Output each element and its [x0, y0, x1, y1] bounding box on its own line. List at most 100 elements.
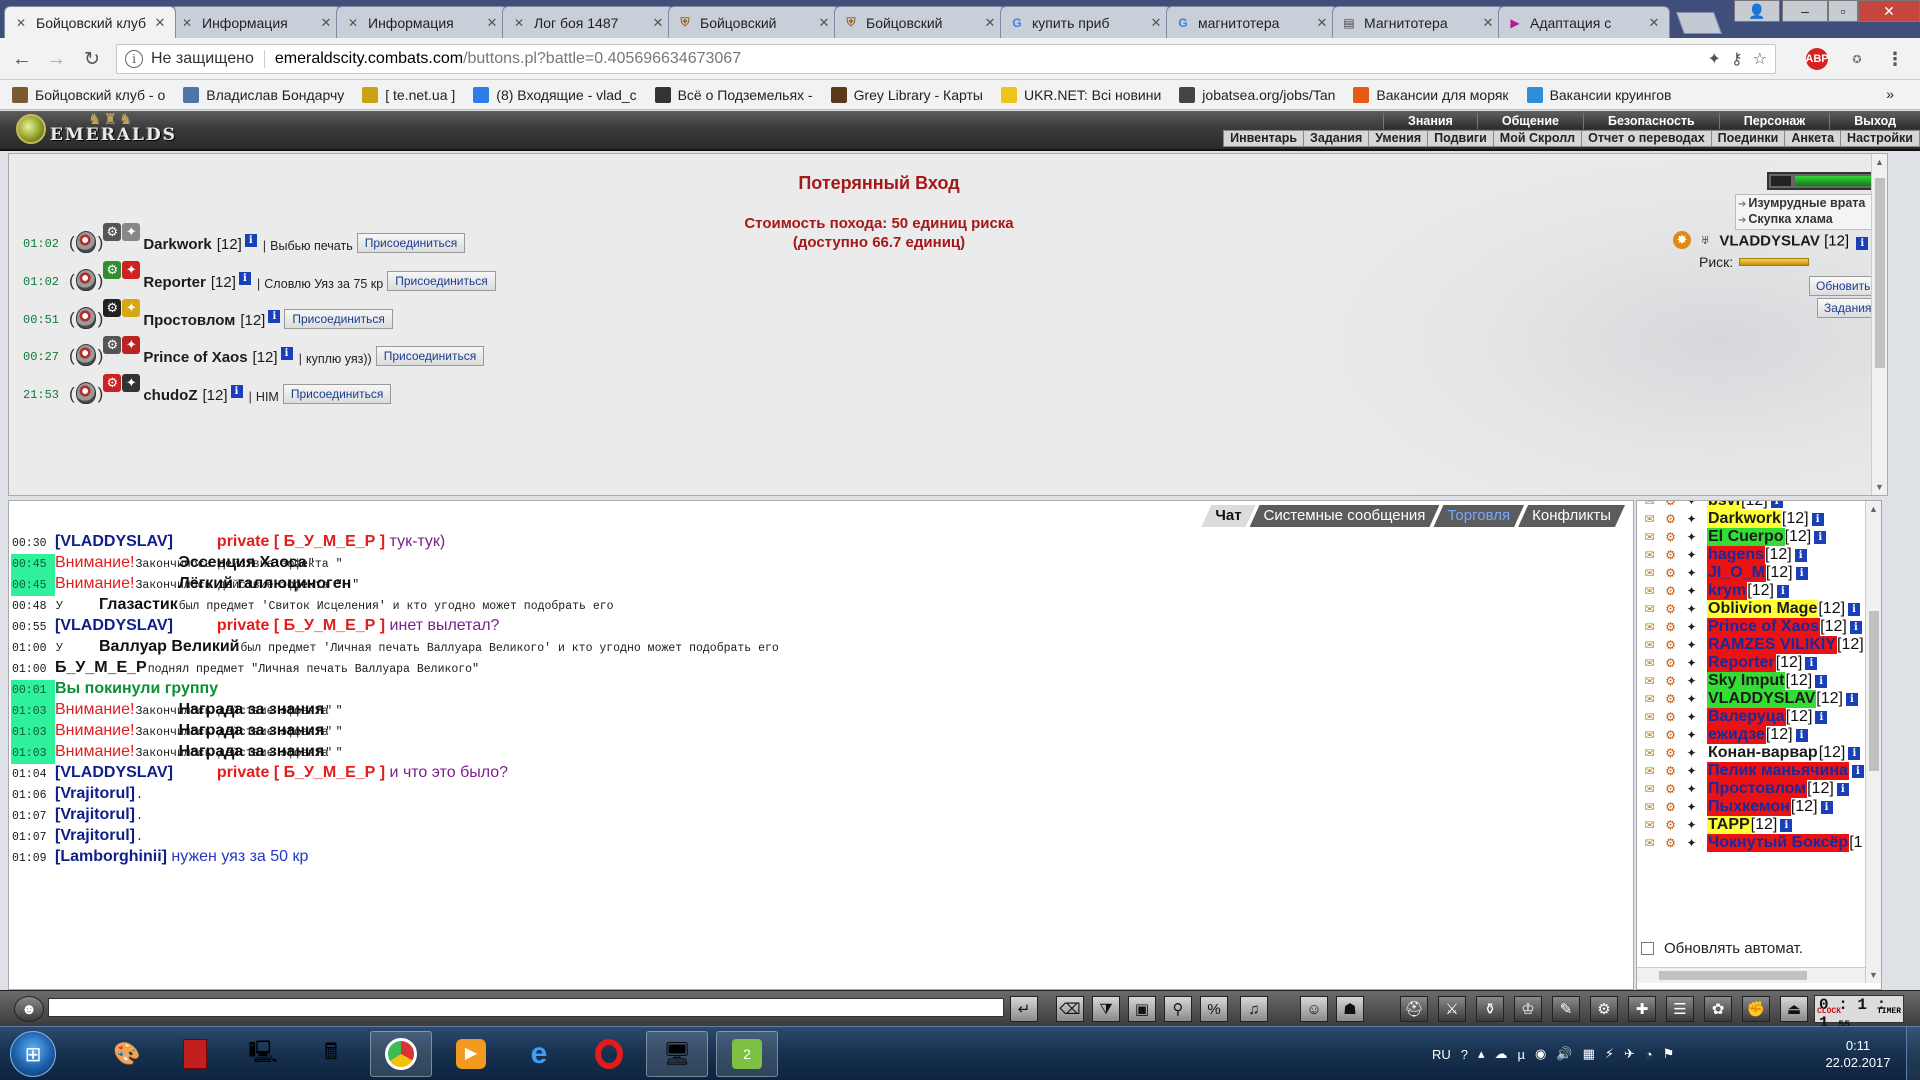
close-tab-icon[interactable]: ✕	[485, 15, 499, 31]
crown-icon[interactable]: ♔	[1514, 996, 1542, 1022]
tray-expand-icon[interactable]: ▴	[1478, 1046, 1485, 1062]
player-info-icon[interactable]: i	[1836, 782, 1849, 796]
address-bar[interactable]: i Не защищено emeraldscity.combats.com /…	[116, 44, 1776, 74]
join-group-button[interactable]: Присоединиться	[387, 271, 496, 291]
flower-icon[interactable]: ✿	[1704, 996, 1732, 1022]
private-recipient[interactable]: private [ Б_У_М_Е_Р ]	[217, 617, 385, 634]
forward-button[interactable]: →	[42, 46, 70, 72]
chat-input[interactable]	[48, 998, 1004, 1017]
online-hscrollbar[interactable]	[1637, 967, 1877, 983]
chat-timestamp[interactable]: 01:00	[11, 638, 55, 659]
private-message-icon[interactable]: ✉	[1641, 565, 1658, 581]
private-message-icon[interactable]: ✉	[1641, 529, 1658, 545]
torrent-icon[interactable]: µ	[1518, 1047, 1526, 1062]
player-info-icon[interactable]: i	[1811, 512, 1824, 526]
tab-chat[interactable]: Чат	[1201, 505, 1255, 527]
chat-sender[interactable]: [Vrajitorul]	[55, 827, 135, 844]
sub-menu-item[interactable]: Умения	[1368, 131, 1427, 146]
private-message-icon[interactable]: ✉	[1641, 637, 1658, 653]
online-player-name[interactable]: Чокнутый Боксёр	[1707, 834, 1850, 852]
skype-icon[interactable]: ☁	[1495, 1046, 1508, 1062]
opera-icon[interactable]	[578, 1031, 640, 1077]
book-icon[interactable]	[164, 1031, 226, 1077]
bookmarks-overflow-icon[interactable]: »	[1886, 86, 1894, 102]
filter-icon[interactable]: ⧩	[1092, 996, 1120, 1022]
sub-menu-item[interactable]: Подвиги	[1427, 131, 1493, 146]
star-icon[interactable]: ☆	[1753, 49, 1767, 69]
sub-menu-item[interactable]: Настройки	[1840, 131, 1919, 146]
private-message-icon[interactable]: ✉	[1641, 763, 1658, 779]
close-tab-icon[interactable]: ✕	[319, 15, 333, 31]
online-vscrollbar[interactable]: ▲ ▼	[1865, 501, 1881, 983]
taskbar-clock[interactable]: 0:11 22.02.2017	[1818, 1037, 1898, 1071]
top-menu-item[interactable]: Общение	[1476, 113, 1583, 129]
chrome-icon[interactable]	[370, 1031, 432, 1077]
reload-button[interactable]: ↻	[78, 46, 106, 72]
private-message-icon[interactable]: ✉	[1641, 619, 1658, 635]
network-icon[interactable]: ▦	[1583, 1046, 1595, 1062]
steam-icon[interactable]: ◉	[1535, 1046, 1546, 1062]
player-info-icon[interactable]: i	[230, 385, 243, 398]
chat-timestamp[interactable]: 01:03	[11, 743, 55, 764]
info-icon[interactable]: i	[125, 50, 143, 68]
group-leader-name[interactable]: chudoZ	[143, 387, 197, 404]
bookmark-item[interactable]: Владислав Бондарчу	[183, 86, 344, 103]
walk-icon[interactable]: ⚲	[1164, 996, 1192, 1022]
translit-icon[interactable]: %	[1200, 996, 1228, 1022]
close-tab-icon[interactable]: ✕	[651, 15, 665, 31]
sub-menu-item[interactable]: Задания	[1303, 131, 1368, 146]
player-info-icon[interactable]: i	[1780, 818, 1793, 832]
player-info-icon[interactable]: i	[1814, 530, 1827, 544]
minimize-button[interactable]: –	[1782, 0, 1828, 22]
bookmark-item[interactable]: (8) Входящие - vlad_c	[473, 86, 637, 103]
player-info-icon[interactable]: i	[268, 310, 281, 323]
chat-sender[interactable]: [VLADDYSLAV]	[55, 617, 173, 634]
power-icon[interactable]: ⚡	[1605, 1046, 1614, 1062]
top-menu-item[interactable]: Знания	[1382, 113, 1477, 129]
group-shield-icon[interactable]	[75, 269, 96, 291]
browser-tab[interactable]: ✕ Информация ✕	[170, 6, 342, 38]
browser-tab[interactable]: ✕ Лог боя 1487 ✕	[502, 6, 674, 38]
private-message-icon[interactable]: ✉	[1641, 745, 1658, 761]
sub-menu-item[interactable]: Инвентарь	[1224, 131, 1303, 146]
fist-icon[interactable]: ✊	[1742, 996, 1770, 1022]
private-message-icon[interactable]: ✉	[1641, 835, 1658, 851]
chat-timestamp[interactable]: 01:03	[11, 701, 55, 722]
top-menu-item[interactable]: Безопасность	[1583, 113, 1719, 129]
sword-icon[interactable]: ⚔	[1438, 996, 1466, 1022]
people-icon[interactable]: ☰	[1666, 996, 1694, 1022]
mask-icon[interactable]: ☗	[1336, 996, 1364, 1022]
refresh-button[interactable]: Обновить	[1809, 276, 1878, 296]
private-message-icon[interactable]: ✉	[1641, 511, 1658, 527]
bookmark-item[interactable]: UKR.NET: Всі новини	[1000, 86, 1161, 103]
group-shield-icon[interactable]	[75, 344, 96, 366]
chat-timestamp[interactable]: 00:01	[11, 680, 55, 701]
adblock-icon[interactable]: ABP	[1805, 48, 1829, 70]
sub-menu-item[interactable]: Отчет о переводах	[1581, 131, 1711, 146]
language-indicator[interactable]: RU	[1432, 1047, 1451, 1062]
group-shield-icon[interactable]	[75, 307, 96, 329]
chat-timestamp[interactable]: 01:00	[11, 659, 55, 680]
save-icon[interactable]: ▣	[1128, 996, 1156, 1022]
player-info-icon[interactable]: i	[1795, 728, 1808, 742]
private-message-icon[interactable]: ✉	[1641, 547, 1658, 563]
chat-timestamp[interactable]: 01:04	[11, 764, 55, 785]
private-message-icon[interactable]: ✉	[1641, 727, 1658, 743]
private-message-icon[interactable]: ✉	[1641, 601, 1658, 617]
sub-menu-item[interactable]: Поединки	[1710, 131, 1785, 146]
new-tab-button[interactable]	[1675, 12, 1723, 34]
join-group-button[interactable]: Присоединиться	[375, 346, 485, 366]
bookmark-item[interactable]: Вакансии для моряк	[1353, 86, 1509, 103]
sub-menu-item[interactable]: Мой Скролл	[1492, 131, 1581, 146]
group-shield-icon[interactable]	[75, 231, 96, 253]
browser-tab[interactable]: ▤ Магнитотера ✕	[1332, 6, 1504, 38]
wifi-icon[interactable]: ◔	[1645, 1047, 1653, 1062]
bookmark-item[interactable]: Вакансии круингов	[1526, 86, 1672, 103]
player-info-icon[interactable]: i	[1794, 548, 1807, 562]
sub-menu-item[interactable]: Анкета	[1784, 131, 1840, 146]
player-info-icon[interactable]: i	[1820, 800, 1833, 814]
chat-timestamp[interactable]: 00:45	[11, 575, 55, 596]
top-menu-item[interactable]: Персонаж	[1718, 113, 1830, 129]
close-tab-icon[interactable]: ✕	[1647, 15, 1661, 31]
chat-timestamp[interactable]: 01:03	[11, 722, 55, 743]
